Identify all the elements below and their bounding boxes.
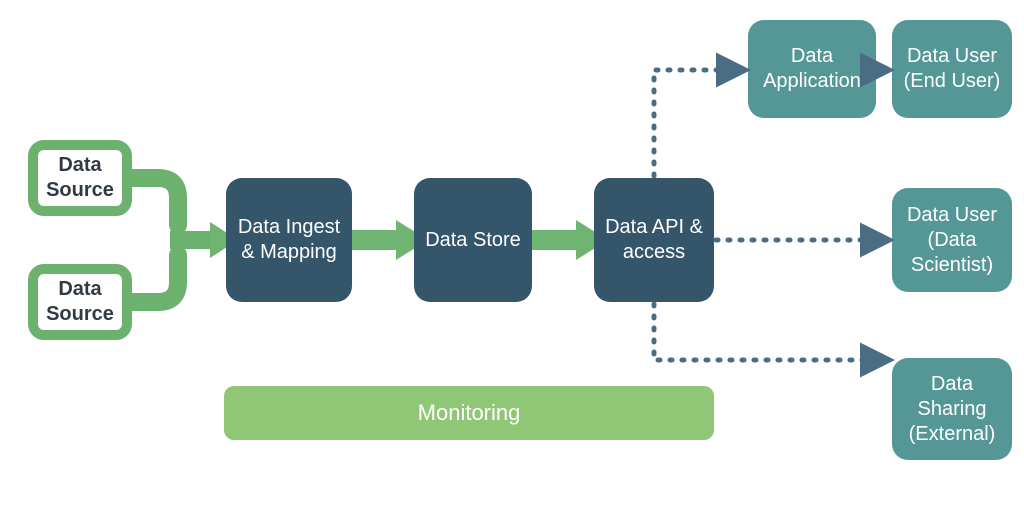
node-label: Data API & access (602, 215, 706, 265)
node-label: Data Ingest & Mapping (234, 215, 344, 265)
node-data-source-1: Data Source (28, 140, 132, 216)
node-label: Data Application (756, 44, 868, 94)
node-label: Data Source (46, 277, 114, 327)
monitoring-label: Monitoring (418, 400, 521, 426)
node-data-store: Data Store (414, 178, 532, 302)
node-data-source-2: Data Source (28, 264, 132, 340)
diagram-canvas: Data Source Data Source Data Ingest & Ma… (0, 0, 1024, 507)
node-data-application: Data Application (748, 20, 876, 118)
node-data-sharing-external: Data Sharing (External) (892, 358, 1012, 460)
node-data-user-scientist: Data User (Data Scientist) (892, 188, 1012, 292)
node-label: Data Store (425, 228, 521, 253)
node-label: Data User (End User) (900, 44, 1004, 94)
node-label: Data Sharing (External) (900, 372, 1004, 447)
node-data-api-access: Data API & access (594, 178, 714, 302)
node-label: Data User (Data Scientist) (900, 203, 1004, 278)
node-data-ingest-mapping: Data Ingest & Mapping (226, 178, 352, 302)
monitoring-bar: Monitoring (224, 386, 714, 440)
node-label: Data Source (46, 153, 114, 203)
node-data-user-end: Data User (End User) (892, 20, 1012, 118)
